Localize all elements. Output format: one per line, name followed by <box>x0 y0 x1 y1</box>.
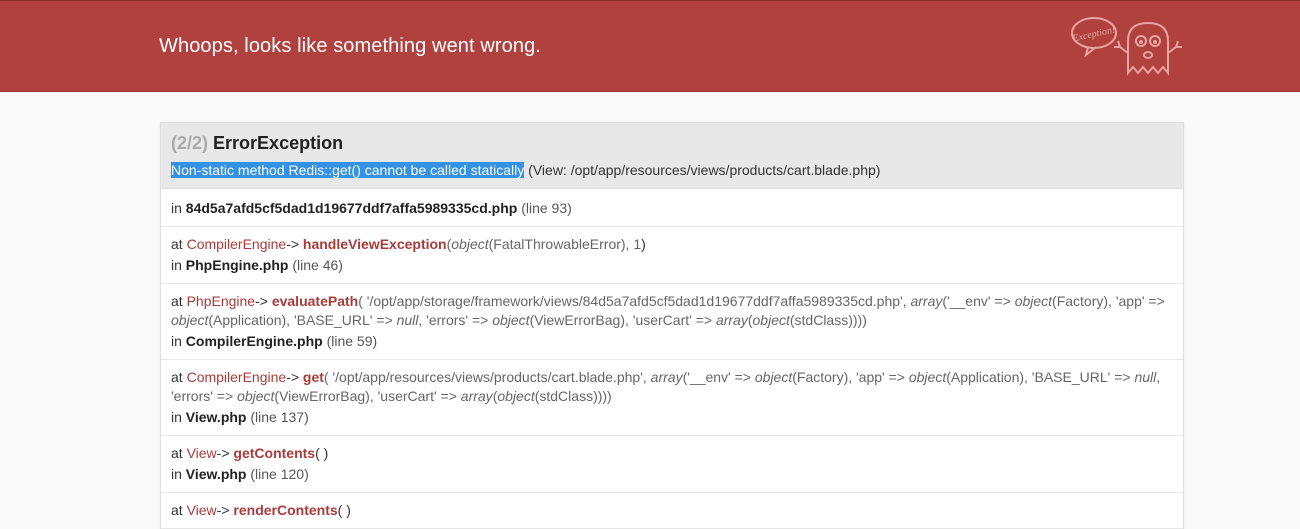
exception-count: (2/2) <box>171 133 209 153</box>
frame-file: PhpEngine.php <box>185 257 289 273</box>
frame-args: ( ) <box>337 502 351 518</box>
stack-frame[interactable]: at PhpEngine-> evaluatePath( '/opt/app/s… <box>161 284 1183 360</box>
frame-class: View <box>186 502 217 518</box>
frame-args: (Factory), 'app' => <box>792 369 909 385</box>
stack-frame[interactable]: at CompilerEngine-> handleViewException (… <box>161 227 1183 284</box>
frame-args: ( '/opt/app/storage/framework/views/84d5… <box>358 293 911 309</box>
in-label: in <box>171 200 182 216</box>
frame-line: (line 46) <box>292 257 343 273</box>
frame-call: at PhpEngine-> evaluatePath( '/opt/app/s… <box>171 292 1173 330</box>
frame-location: in CompilerEngine.php (line 59) <box>171 332 1173 351</box>
in-label: in <box>171 257 182 273</box>
frame-class: CompilerEngine <box>186 236 287 252</box>
frame-args: (ViewErrorBag), 'userCart' => <box>529 312 716 328</box>
frame-method: get <box>302 369 324 385</box>
frame-args: (stdClass)))) <box>789 312 867 328</box>
frame-args: (Factory), 'app' => <box>1052 293 1165 309</box>
frame-file: 84d5a7afd5cf5dad1d19677ddf7affa5989335cd… <box>185 200 518 216</box>
stack-frame[interactable]: at View-> getContents( ) in View.php (li… <box>161 436 1183 493</box>
arg-keyword: array <box>650 369 683 385</box>
frame-call: at View-> renderContents( ) <box>171 501 1173 520</box>
frame-line: (line 137) <box>250 409 309 425</box>
frame-class: CompilerEngine <box>186 369 287 385</box>
frame-line: (line 59) <box>326 333 378 349</box>
exception-title: (2/2) ErrorException <box>171 132 1173 154</box>
frame-method: evaluatePath <box>271 293 359 309</box>
header-title: Whoops, looks like something went wrong. <box>159 35 541 57</box>
error-header: Whoops, looks like something went wrong.… <box>0 0 1300 92</box>
arg-keyword: object <box>497 388 535 404</box>
frame-args: ) <box>641 236 646 252</box>
frame-args: (FatalThrowableError), 1 <box>488 236 642 252</box>
arrow: -> <box>286 369 300 385</box>
at-label: at <box>171 502 183 518</box>
at-label: at <box>171 236 183 252</box>
arg-keyword: object <box>752 312 790 328</box>
arg-keyword: object <box>754 369 793 385</box>
frame-location: in View.php (line 137) <box>171 408 1173 427</box>
frame-args: (Application), 'BASE_URL' => <box>208 312 397 328</box>
in-label: in <box>171 409 182 425</box>
frame-method: handleViewException <box>302 236 447 252</box>
frame-file: View.php <box>185 466 247 482</box>
arrow: -> <box>216 502 230 518</box>
arg-keyword: array <box>460 388 493 404</box>
exception-message[interactable]: Non-static method Redis::get() cannot be… <box>171 161 1173 179</box>
frame-args: (ViewErrorBag), 'userCart' => <box>274 388 461 404</box>
arg-keyword: object <box>492 312 530 328</box>
frame-args: ( ) <box>315 445 329 461</box>
frame-line: (line 93) <box>521 200 572 216</box>
frame-args: , 'errors' => <box>418 312 493 328</box>
at-label: at <box>171 445 183 461</box>
arg-keyword: object <box>1014 293 1053 309</box>
exception-message-selected[interactable]: Non-static method Redis::get() cannot be… <box>171 162 525 178</box>
arg-keyword: object <box>237 388 275 404</box>
at-label: at <box>171 293 183 309</box>
arrow: -> <box>286 236 300 252</box>
arg-keyword: array <box>910 293 943 309</box>
in-label: in <box>171 466 182 482</box>
frame-method: renderContents <box>233 502 338 518</box>
frame-args: ('__env' => <box>942 293 1015 309</box>
frame-call: at View-> getContents( ) <box>171 444 1173 463</box>
frame-args: ( '/opt/app/resources/views/products/car… <box>323 369 651 385</box>
exception-header: (2/2) ErrorException Non-static method R… <box>161 123 1183 189</box>
frame-call: at CompilerEngine-> get( '/opt/app/resou… <box>171 368 1173 406</box>
frame-call: at CompilerEngine-> handleViewException (… <box>171 235 1173 254</box>
arg-keyword: object <box>451 236 489 252</box>
frame-args: (Application), 'BASE_URL' => <box>946 369 1135 385</box>
arg-keyword: object <box>908 369 947 385</box>
frame-location: in View.php (line 120) <box>171 465 1173 484</box>
frame-args: , <box>1156 369 1161 385</box>
stack-frame[interactable]: at View-> renderContents( ) <box>161 493 1183 529</box>
frame-args: ('__env' => <box>682 369 755 385</box>
frame-location: in 84d5a7afd5cf5dad1d19677ddf7affa598933… <box>171 199 1173 218</box>
exception-message-view[interactable]: (View: /opt/app/resources/views/products… <box>524 162 880 178</box>
exception-panel: (2/2) ErrorException Non-static method R… <box>160 122 1184 529</box>
frame-args: (stdClass)))) <box>534 388 612 404</box>
frame-file: View.php <box>185 409 247 425</box>
at-label: at <box>171 369 183 385</box>
frame-class: PhpEngine <box>186 293 256 309</box>
arg-keyword: null <box>1134 369 1157 385</box>
in-label: in <box>171 333 182 349</box>
frame-args: 'errors' => <box>171 388 238 404</box>
arrow: -> <box>216 445 230 461</box>
frame-method: getContents <box>233 445 316 461</box>
frame-line: (line 120) <box>250 466 309 482</box>
arrow: -> <box>255 293 268 309</box>
arg-keyword: null <box>396 312 419 328</box>
arg-keyword: object <box>171 312 209 328</box>
arg-keyword: array <box>715 312 748 328</box>
mascot-label: Exception! <box>1071 25 1117 45</box>
exception-type: ErrorException <box>213 133 344 153</box>
exception-ghost-mascot-icon: Exception! <box>1071 17 1182 76</box>
stack-frame[interactable]: at CompilerEngine-> get( '/opt/app/resou… <box>161 360 1183 436</box>
frame-location: in PhpEngine.php (line 46) <box>171 256 1173 275</box>
stack-frame[interactable]: in 84d5a7afd5cf5dad1d19677ddf7affa598933… <box>161 189 1183 227</box>
frame-class: View <box>186 445 217 461</box>
frame-file: CompilerEngine.php <box>185 333 323 349</box>
